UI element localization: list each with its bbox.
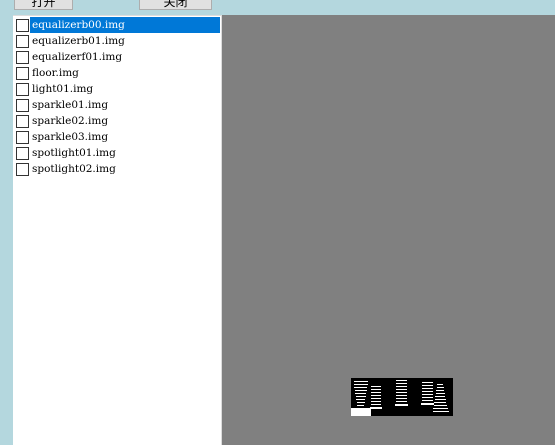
item-checkbox[interactable]: [16, 83, 29, 96]
image-preview-panel: [222, 15, 555, 445]
item-label: equalizerb01.img: [32, 35, 125, 47]
item-checkbox[interactable]: [16, 163, 29, 176]
item-label: sparkle01.img: [32, 99, 109, 111]
item-label: equalizerf01.img: [32, 51, 123, 63]
list-item[interactable]: equalizerf01.img: [13, 49, 221, 65]
item-label: spotlight01.img: [32, 147, 116, 159]
item-checkbox[interactable]: [16, 35, 29, 48]
item-label: sparkle02.img: [32, 115, 109, 127]
list-item[interactable]: sparkle03.img: [13, 129, 221, 145]
list-item[interactable]: sparkle02.img: [13, 113, 221, 129]
list-item[interactable]: equalizerb00.img: [13, 17, 221, 33]
list-item[interactable]: spotlight01.img: [13, 145, 221, 161]
item-checkbox[interactable]: [16, 147, 29, 160]
item-label: sparkle03.img: [32, 131, 109, 143]
item-checkbox[interactable]: [16, 67, 29, 80]
list-item[interactable]: floor.img: [13, 65, 221, 81]
item-label: light01.img: [32, 83, 94, 95]
item-label: spotlight02.img: [32, 163, 116, 175]
list-item[interactable]: sparkle01.img: [13, 97, 221, 113]
item-checkbox[interactable]: [16, 51, 29, 64]
item-checkbox[interactable]: [16, 99, 29, 112]
list-item[interactable]: equalizerb01.img: [13, 33, 221, 49]
open-button[interactable]: 打开: [14, 0, 73, 10]
equalizer-preview-image: [351, 378, 453, 416]
close-button[interactable]: 关闭: [139, 0, 212, 10]
item-checkbox[interactable]: [16, 115, 29, 128]
list-item[interactable]: spotlight02.img: [13, 161, 221, 177]
item-checkbox[interactable]: [16, 131, 29, 144]
file-list[interactable]: equalizerb00.img equalizerb01.img equali…: [13, 15, 222, 445]
item-label: floor.img: [32, 67, 79, 79]
item-checkbox[interactable]: [16, 19, 29, 32]
item-label: equalizerb00.img: [32, 19, 125, 31]
list-item[interactable]: light01.img: [13, 81, 221, 97]
